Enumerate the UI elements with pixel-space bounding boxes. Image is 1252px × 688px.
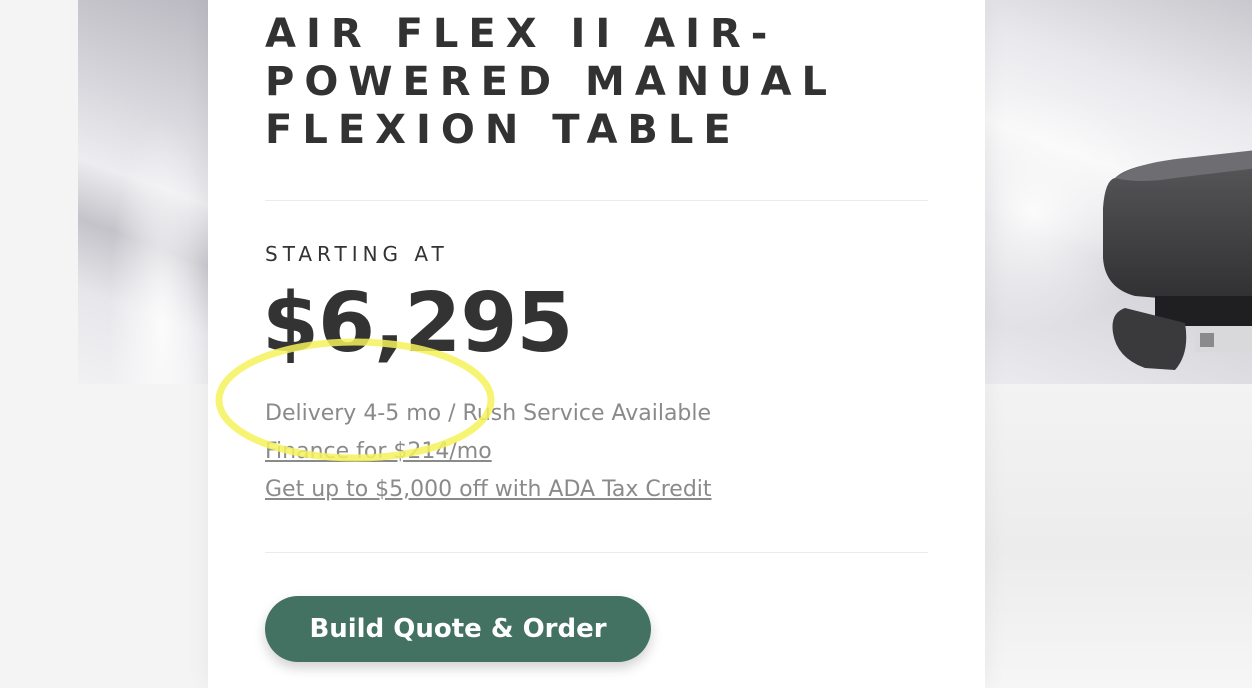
page: AIR FLEX II AIR-POWERED MANUAL FLEXION T… (0, 0, 1252, 688)
product-price: $6,295 (262, 276, 573, 371)
delivery-info: Delivery 4-5 mo / Rush Service Available (265, 401, 712, 426)
build-quote-order-button[interactable]: Build Quote & Order (265, 596, 651, 662)
product-card: AIR FLEX II AIR-POWERED MANUAL FLEXION T… (208, 0, 985, 688)
divider (265, 552, 928, 553)
hero-image-left (78, 0, 218, 384)
starting-at-label: STARTING AT (265, 242, 449, 266)
finance-link[interactable]: Finance for $214/mo (265, 438, 492, 466)
background-panel (978, 384, 1252, 688)
product-title: AIR FLEX II AIR-POWERED MANUAL FLEXION T… (265, 11, 837, 153)
divider (265, 200, 928, 201)
ada-tax-credit-link[interactable]: Get up to $5,000 off with ADA Tax Credit (265, 476, 712, 504)
flexion-table-image (1103, 150, 1252, 370)
